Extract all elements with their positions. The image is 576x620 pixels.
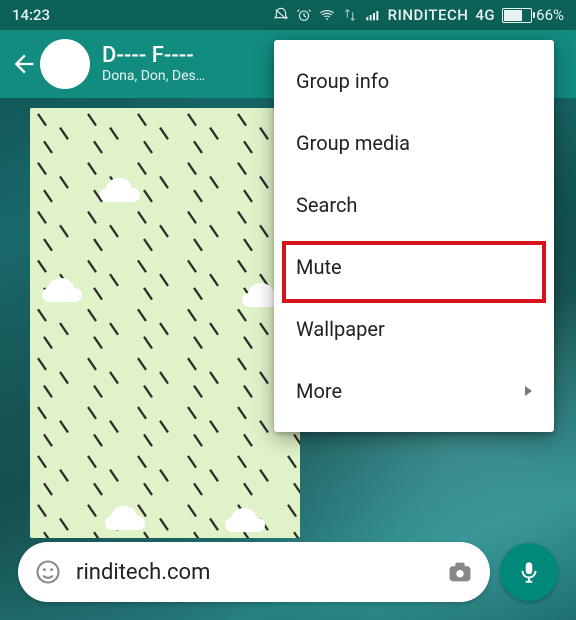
header-text: D---- F---- Dona, Don, Des… — [102, 44, 205, 84]
menu-item-label: Wallpaper — [296, 317, 385, 341]
menu-item-mute[interactable]: Mute — [274, 236, 554, 298]
camera-icon[interactable] — [446, 558, 474, 586]
menu-item-label: Search — [296, 193, 357, 217]
avatar[interactable] — [40, 39, 90, 89]
battery-pct: 66% — [536, 6, 564, 24]
signal-icon — [365, 7, 381, 23]
chevron-right-icon — [525, 386, 532, 396]
menu-item-group-info[interactable]: Group info — [274, 50, 554, 112]
emoji-icon[interactable] — [34, 558, 62, 586]
cloud-icon — [100, 178, 140, 202]
menu-item-label: More — [296, 379, 342, 403]
menu-item-label: Group media — [296, 131, 410, 155]
cloud-icon — [225, 508, 265, 532]
back-icon[interactable] — [10, 50, 38, 78]
alarm-icon — [296, 7, 312, 23]
menu-item-search[interactable]: Search — [274, 174, 554, 236]
status-time: 14:23 — [12, 6, 50, 24]
chat-wallpaper — [30, 108, 300, 538]
chat-title: D---- F---- — [102, 44, 205, 68]
battery-indicator: 66% — [502, 6, 564, 24]
data-arrows-icon — [342, 7, 358, 23]
carrier-label: RINDITECH — [388, 6, 469, 24]
overflow-menu: Group info Group media Search Mute Wallp… — [274, 40, 554, 432]
menu-item-label: Mute — [296, 255, 342, 279]
chat-subtitle: Dona, Don, Des… — [102, 68, 205, 84]
menu-item-group-media[interactable]: Group media — [274, 112, 554, 174]
menu-item-more[interactable]: More — [274, 360, 554, 422]
wifi-icon — [319, 7, 335, 23]
input-bar: rinditech.com — [18, 542, 558, 602]
mic-button[interactable] — [500, 543, 558, 601]
status-right: RINDITECH 4G 66% — [273, 6, 564, 24]
input-text: rinditech.com — [76, 560, 432, 585]
status-bar: 14:23 RINDITECH 4G 66% — [0, 0, 576, 30]
network-label: 4G — [475, 6, 495, 24]
menu-item-wallpaper[interactable]: Wallpaper — [274, 298, 554, 360]
menu-item-label: Group info — [296, 69, 389, 93]
cloud-icon — [42, 278, 82, 302]
dnd-icon — [273, 7, 289, 23]
message-input[interactable]: rinditech.com — [18, 542, 490, 602]
cloud-icon — [105, 506, 145, 530]
mic-icon — [516, 559, 542, 585]
